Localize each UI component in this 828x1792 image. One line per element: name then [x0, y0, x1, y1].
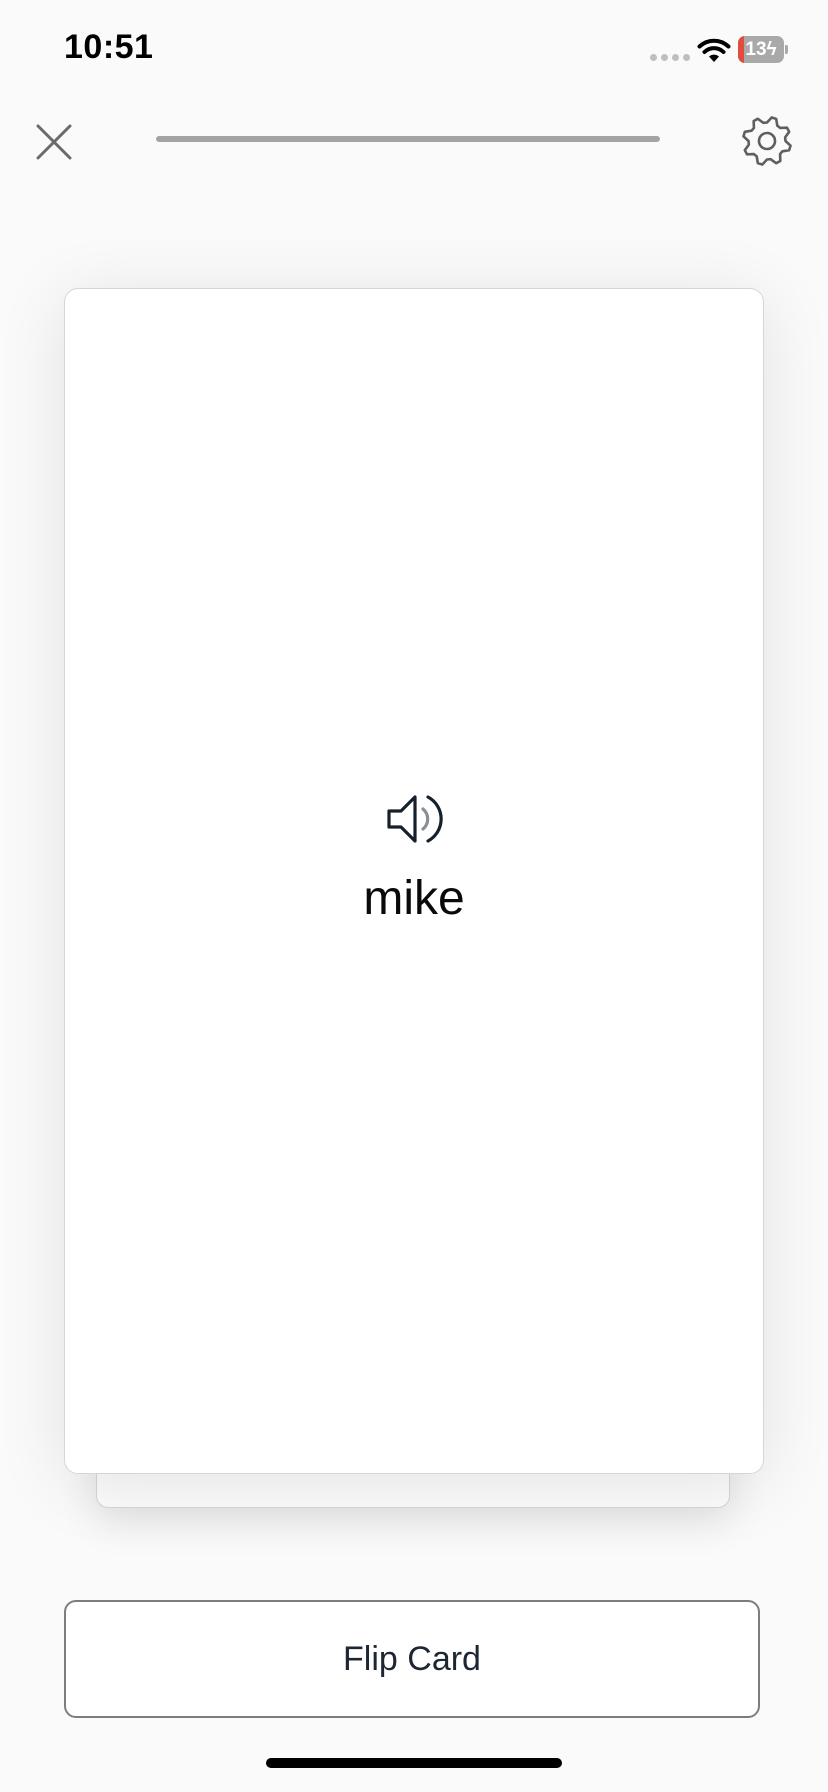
gear-icon — [742, 116, 792, 166]
play-audio-button[interactable] — [383, 789, 445, 849]
speaker-icon — [387, 795, 443, 843]
flashcard-screen: 10:51 13ϟ mike Flip Card — [0, 0, 828, 1792]
status-bar: 10:51 13ϟ — [0, 0, 828, 100]
close-button[interactable] — [30, 118, 78, 166]
home-indicator[interactable] — [266, 1758, 562, 1768]
cellular-signal-icon — [650, 54, 690, 61]
settings-button[interactable] — [738, 112, 796, 170]
flashcard[interactable]: mike — [64, 288, 764, 1474]
flip-card-button[interactable]: Flip Card — [64, 1600, 760, 1718]
progress-fill — [156, 136, 660, 142]
battery-percentage: 13 — [745, 39, 767, 60]
battery-icon: 13ϟ — [738, 36, 788, 63]
card-term: mike — [363, 872, 465, 925]
status-time: 10:51 — [64, 28, 154, 66]
wifi-icon — [697, 38, 731, 62]
charging-bolt-icon: ϟ — [766, 39, 777, 60]
study-progress-bar — [156, 136, 660, 142]
close-icon — [36, 124, 72, 160]
